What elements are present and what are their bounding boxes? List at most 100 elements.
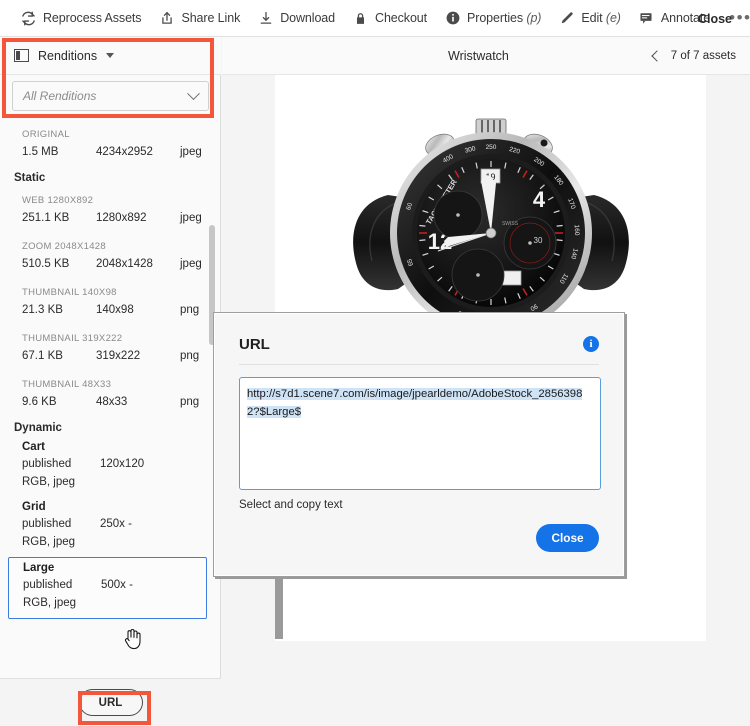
rendition-format: png — [180, 396, 200, 408]
asset-counter: 7 of 7 assets — [670, 49, 736, 62]
dynamic-rendition-format: RGB, jpeg — [22, 536, 76, 548]
properties-label: Properties (p) — [467, 11, 542, 25]
rendition-size: 9.6 KB — [22, 396, 57, 408]
dynamic-rendition-dimensions: 250x - — [100, 518, 132, 530]
url-button[interactable]: URL — [78, 689, 143, 716]
renditions-filter-select[interactable]: All Renditions — [12, 81, 209, 111]
chevron-down-icon — [106, 53, 115, 58]
rendition-dimensions: 1280x892 — [96, 212, 147, 224]
rendition-row[interactable]: 1.5 MB 4234x2952 jpeg — [0, 140, 221, 167]
dynamic-rendition-status: published — [22, 458, 72, 470]
rendition-format: png — [180, 304, 200, 316]
rendition-name: ORIGINAL — [22, 129, 70, 140]
chevron-left-icon[interactable] — [651, 49, 663, 62]
svg-text:4: 4 — [532, 187, 545, 212]
share-icon — [159, 11, 174, 26]
dynamic-rendition-meta: published 500x - — [23, 576, 198, 594]
rendition-dimensions: 140x98 — [96, 304, 134, 316]
canvas-scrollbar-thumb[interactable] — [275, 579, 283, 639]
svg-text:SWISS: SWISS — [501, 221, 518, 227]
info-icon — [445, 11, 460, 26]
info-icon[interactable]: i — [583, 336, 599, 352]
sidebar-footer: URL — [0, 678, 221, 726]
rendition-row[interactable]: 67.1 KB 319x222 png — [0, 344, 221, 371]
rendition-row[interactable]: 9.6 KB 48x33 png — [0, 390, 221, 417]
rendition-name: THUMBNAIL 48X33 — [22, 379, 112, 390]
dynamic-rendition-grid[interactable]: Grid published 250x - RGB, jpeg — [0, 497, 221, 557]
reprocess-assets-label: Reprocess Assets — [43, 11, 142, 25]
rendition-size: 1.5 MB — [22, 146, 59, 158]
renditions-sidebar: Renditions All Renditions ORIGINAL 1.5 M… — [0, 37, 221, 726]
renditions-list[interactable]: ORIGINAL 1.5 MB 4234x2952 jpeg Static WE… — [0, 121, 221, 715]
chevron-down-icon — [187, 86, 200, 100]
rendition-dimensions: 319x222 — [96, 350, 141, 362]
dialog-close-button[interactable]: Close — [536, 524, 599, 552]
rendition-format: jpeg — [180, 212, 202, 224]
rendition-row[interactable]: 510.5 KB 2048x1428 jpeg — [0, 252, 221, 279]
url-textarea[interactable]: http://s7d1.scene7.com/is/image/jpearlde… — [239, 377, 601, 490]
rendition-size: 67.1 KB — [22, 350, 63, 362]
dynamic-rendition-meta: published 250x - — [22, 515, 213, 533]
dynamic-rendition-status: published — [22, 518, 72, 530]
dynamic-rendition-status: published — [23, 579, 73, 591]
edit-button[interactable]: Edit (e) — [550, 0, 630, 37]
url-dialog-header: URL i — [239, 336, 599, 353]
lock-icon — [353, 11, 368, 26]
svg-text:250: 250 — [485, 144, 496, 151]
download-label: Download — [280, 11, 336, 25]
rendition-size: 510.5 KB — [22, 258, 70, 270]
url-dialog-inner: URL i http://s7d1.scene7.com/is/image/jp… — [214, 313, 624, 576]
rendition-name: THUMBNAIL 140X98 — [22, 287, 117, 298]
svg-text:160: 160 — [572, 224, 579, 235]
rendition-name: THUMBNAIL 319X222 — [22, 333, 123, 344]
url-dialog-title: URL — [239, 336, 270, 353]
download-button[interactable]: Download — [249, 0, 344, 37]
divider — [239, 364, 599, 365]
canvas-horizontal-scrollbar[interactable] — [275, 579, 706, 641]
checkout-label: Checkout — [375, 11, 428, 25]
renditions-panel-header[interactable]: Renditions — [0, 37, 221, 75]
properties-button[interactable]: Properties (p) — [436, 0, 550, 37]
dynamic-rendition-dimensions: 120x120 — [100, 458, 145, 470]
share-link-label: Share Link — [181, 11, 241, 25]
static-group-label: Static — [14, 172, 46, 184]
renditions-filter-wrap: All Renditions — [0, 75, 221, 117]
rendition-row[interactable]: 21.3 KB 140x98 png — [0, 298, 221, 325]
rendition-name: ZOOM 2048X1428 — [22, 241, 106, 252]
rendition-row[interactable]: 251.1 KB 1280x892 jpeg — [0, 206, 221, 233]
url-dialog-hint: Select and copy text — [239, 499, 343, 511]
page-title: Wristwatch — [448, 48, 509, 63]
renditions-panel-title: Renditions — [38, 48, 98, 63]
checkout-button[interactable]: Checkout — [344, 0, 436, 37]
url-value: http://s7d1.scene7.com/is/image/jpearlde… — [247, 388, 583, 418]
top-toolbar: Reprocess Assets Share Link Download Che… — [0, 0, 750, 37]
download-icon — [258, 11, 273, 26]
dynamic-rendition-large[interactable]: Large published 500x - RGB, jpeg — [8, 557, 207, 619]
dynamic-rendition-format: RGB, jpeg — [22, 476, 76, 488]
dynamic-rendition-name: Large — [23, 562, 55, 574]
url-dialog: URL i http://s7d1.scene7.com/is/image/jp… — [213, 312, 625, 577]
rendition-format: png — [180, 350, 200, 362]
rendition-size: 21.3 KB — [22, 304, 63, 316]
annotate-icon — [639, 11, 654, 26]
renditions-filter-value: All Renditions — [23, 89, 97, 103]
dynamic-rendition-dimensions: 500x - — [101, 579, 133, 591]
dynamic-rendition-format: RGB, jpeg — [23, 597, 77, 609]
asset-navigation: 7 of 7 assets — [651, 49, 736, 62]
share-link-button[interactable]: Share Link — [150, 0, 249, 37]
edit-label: Edit (e) — [581, 11, 621, 25]
rendition-dimensions: 4234x2952 — [96, 146, 153, 158]
close-asset-button[interactable]: Close — [698, 0, 732, 37]
rendition-format: jpeg — [180, 146, 202, 158]
dynamic-rendition-cart[interactable]: Cart published 120x120 RGB, jpeg — [0, 437, 221, 497]
rendition-name: WEB 1280X892 — [22, 195, 94, 206]
rendition-dimensions: 2048x1428 — [96, 258, 153, 270]
asset-details-page: Reprocess Assets Share Link Download Che… — [0, 0, 750, 726]
dynamic-rendition-name: Cart — [22, 441, 46, 453]
dynamic-rendition-meta: published 120x120 — [22, 455, 213, 473]
refresh-icon — [21, 11, 36, 26]
dynamic-rendition-name: Grid — [22, 501, 46, 513]
reprocess-assets-button[interactable]: Reprocess Assets — [12, 0, 150, 37]
rendition-size: 251.1 KB — [22, 212, 70, 224]
panel-icon — [14, 49, 29, 62]
